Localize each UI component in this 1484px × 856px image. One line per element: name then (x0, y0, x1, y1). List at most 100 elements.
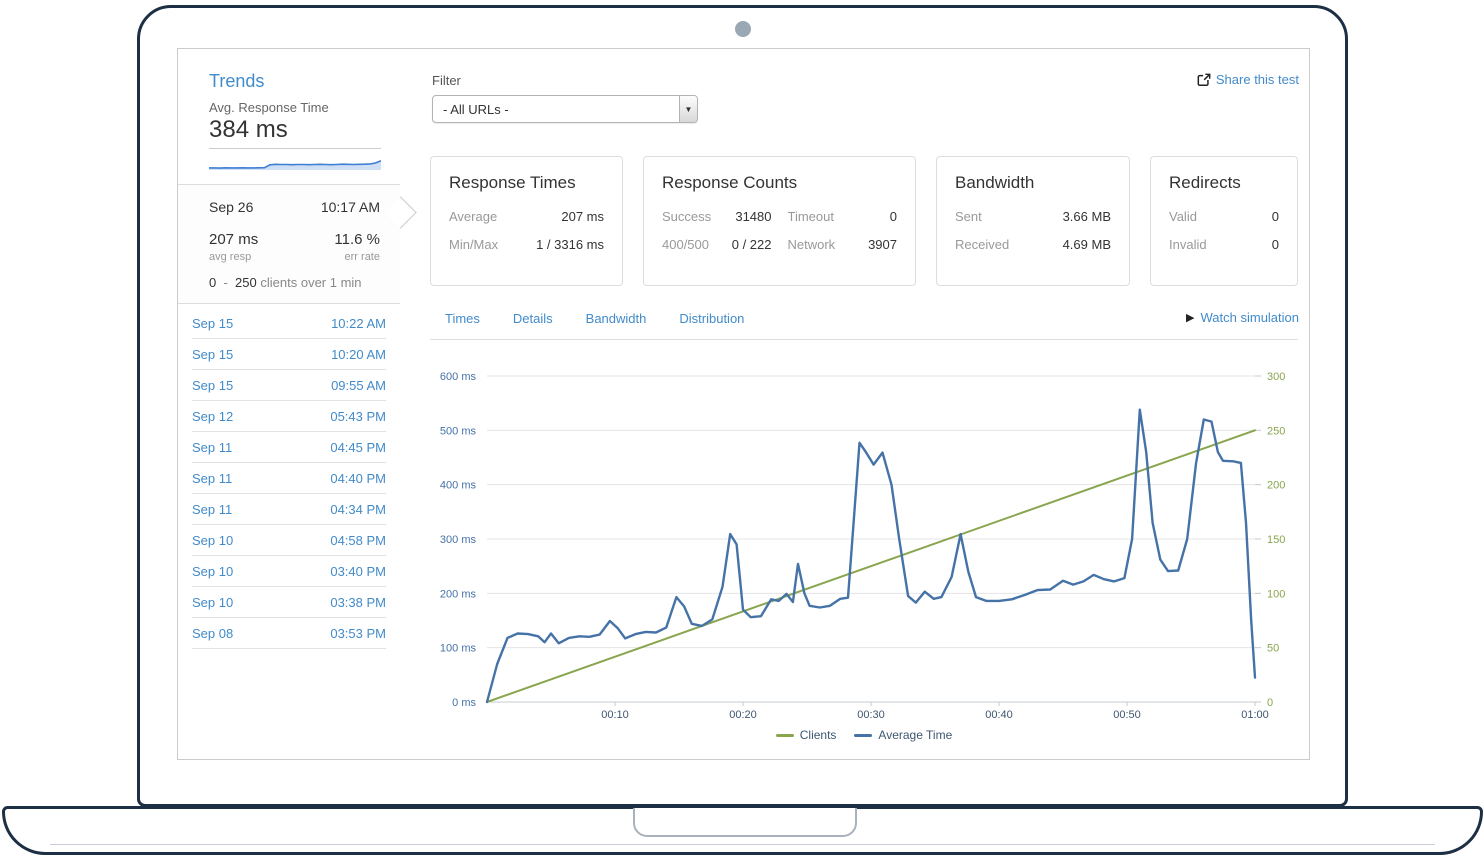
stats-cards: Response TimesAverage207 msMin/Max1 / 33… (430, 156, 1298, 286)
legend-swatch (854, 734, 872, 737)
y-axis-left-label: 300 ms (440, 534, 477, 546)
stat-label: Timeout (788, 209, 834, 224)
history-row[interactable]: Sep 10 04:58 PM (192, 525, 386, 556)
legend-label: Clients (800, 728, 837, 742)
filter-label: Filter (432, 73, 461, 88)
x-axis-label: 01:00 (1241, 709, 1269, 721)
share-link-label: Share this test (1216, 72, 1299, 87)
history-row[interactable]: Sep 1104:40 PM (192, 463, 386, 494)
history-row[interactable]: Sep 1509:55 AM (192, 370, 386, 401)
watch-simulation-label: Watch simulation (1201, 310, 1300, 325)
selected-avg-value: 207 ms (209, 231, 258, 248)
y-axis-left-label: 100 ms (440, 643, 477, 655)
tab-details[interactable]: Details (513, 311, 553, 326)
y-axis-right-label: 300 (1267, 371, 1285, 383)
stat-label: Network (788, 237, 836, 252)
sidebar-title: Trends (209, 71, 264, 92)
y-axis-right-label: 250 (1267, 425, 1285, 437)
history-row[interactable]: Sep 0803:53 PM (192, 618, 386, 649)
clients-min: 0 (209, 275, 216, 290)
legend-label: Average Time (878, 728, 952, 742)
laptop-base-notch (633, 808, 857, 837)
legend-item-average-time[interactable]: Average Time (854, 728, 952, 742)
history-date: Sep 08 (192, 626, 233, 641)
x-axis-label: 00:50 (1113, 709, 1141, 721)
history-time: 10:22 AM (331, 316, 386, 331)
url-filter-select[interactable]: - All URLs - ▼ (432, 95, 698, 123)
history-time: 03:38 PM (330, 595, 386, 610)
laptop-base (2, 806, 1483, 855)
history-date: Sep 10 (192, 533, 233, 548)
y-axis-right-label: 50 (1267, 643, 1279, 655)
stat-value: 3907 (835, 237, 897, 252)
history-time: 04:34 PM (330, 502, 386, 517)
selected-test-time: 10:17 AM (321, 199, 380, 215)
select-dropdown-arrow-icon: ▼ (679, 96, 697, 122)
share-test-link[interactable]: Share this test (1197, 72, 1299, 87)
chart-tabs-row: Times Details Bandwidth Distribution (430, 307, 1298, 340)
y-axis-right-label: 100 (1267, 588, 1285, 600)
y-axis-left-label: 600 ms (440, 371, 477, 383)
history-time: 04:58 PM (330, 533, 386, 548)
stat-label: 400/500 (662, 237, 709, 252)
history-time: 10:20 AM (331, 347, 386, 362)
stat-label: Min/Max (449, 237, 498, 252)
history-date: Sep 11 (192, 502, 232, 517)
app-window: Trends Avg. Response Time 384 ms Sep 26 … (177, 48, 1310, 760)
y-axis-left-label: 400 ms (440, 480, 477, 492)
stat-card: BandwidthSent3.66 MBReceived4.69 MB (936, 156, 1130, 286)
x-axis-label: 00:10 (601, 709, 629, 721)
url-filter-value: - All URLs - (433, 102, 679, 117)
history-time: 03:40 PM (330, 564, 386, 579)
history-row[interactable]: Sep 11 04:34 PM (192, 494, 386, 525)
watch-simulation-link[interactable]: ▶ Watch simulation (1186, 310, 1299, 325)
test-history-list: Sep 1510:22 AM Sep 15 10:20 AM Sep 1509:55 … (192, 308, 386, 649)
clients-max: 250 (235, 275, 257, 290)
history-time: 05:43 PM (330, 409, 386, 424)
tab-times[interactable]: Times (445, 311, 480, 326)
laptop-camera-icon (735, 21, 751, 37)
y-axis-left-label: 0 ms (452, 697, 476, 709)
history-row[interactable]: Sep 1003:38 PM (192, 587, 386, 618)
history-row[interactable]: Sep 1510:22 AM (192, 308, 386, 339)
y-axis-left-label: 200 ms (440, 588, 477, 600)
stat-card: Response TimesAverage207 msMin/Max1 / 33… (430, 156, 623, 286)
stat-card-title: Bandwidth (955, 173, 1111, 193)
chart-container: 0 ms100 ms200 ms300 ms400 ms500 ms600 ms… (430, 359, 1298, 744)
history-row[interactable]: Sep 10 03:40 PM (192, 556, 386, 587)
x-axis-label: 00:20 (729, 709, 757, 721)
stat-value: 0 (1207, 237, 1279, 252)
history-date: Sep 10 (192, 564, 233, 579)
selected-test-date: Sep 26 (209, 199, 253, 215)
play-icon: ▶ (1186, 311, 1194, 324)
history-row[interactable]: Sep 12 05:43 PM (192, 401, 386, 432)
stat-card: RedirectsValid0Invalid0 (1150, 156, 1298, 286)
stat-value: 0 (1197, 209, 1279, 224)
stat-value: 0 / 222 (709, 237, 772, 252)
x-axis-label: 00:40 (985, 709, 1013, 721)
history-date: Sep 15 (192, 347, 233, 362)
timeseries-chart: 0 ms100 ms200 ms300 ms400 ms500 ms600 ms… (430, 359, 1298, 721)
stat-label: Received (955, 237, 1009, 252)
tab-bandwidth[interactable]: Bandwidth (586, 311, 647, 326)
history-row[interactable]: Sep 15 10:20 AM (192, 339, 386, 370)
tab-distribution[interactable]: Distribution (679, 311, 744, 326)
clients-separator: - (223, 275, 227, 290)
selected-test-summary[interactable]: Sep 26 10:17 AM 207 ms avg resp 11.6 % e… (178, 184, 400, 304)
selected-avg-label: avg resp (209, 251, 258, 263)
legend-swatch (776, 734, 794, 737)
history-time: 04:45 PM (330, 440, 386, 455)
history-time: 04:40 PM (330, 471, 386, 486)
x-axis-label: 00:30 (857, 709, 885, 721)
history-row[interactable]: Sep 11 04:45 PM (192, 432, 386, 463)
stat-label: Success (662, 209, 711, 224)
y-axis-right-label: 0 (1267, 697, 1273, 709)
history-date: Sep 12 (192, 409, 233, 424)
stat-value: 1 / 3316 ms (498, 237, 604, 252)
history-date: Sep 11 (192, 440, 232, 455)
trend-sparkline (209, 152, 381, 170)
laptop-mockup: Trends Avg. Response Time 384 ms Sep 26 … (0, 0, 1484, 856)
legend-item-clients[interactable]: Clients (776, 728, 837, 742)
share-icon (1197, 73, 1211, 87)
stat-card: Response CountsSuccess31480Timeout0400/5… (643, 156, 916, 286)
